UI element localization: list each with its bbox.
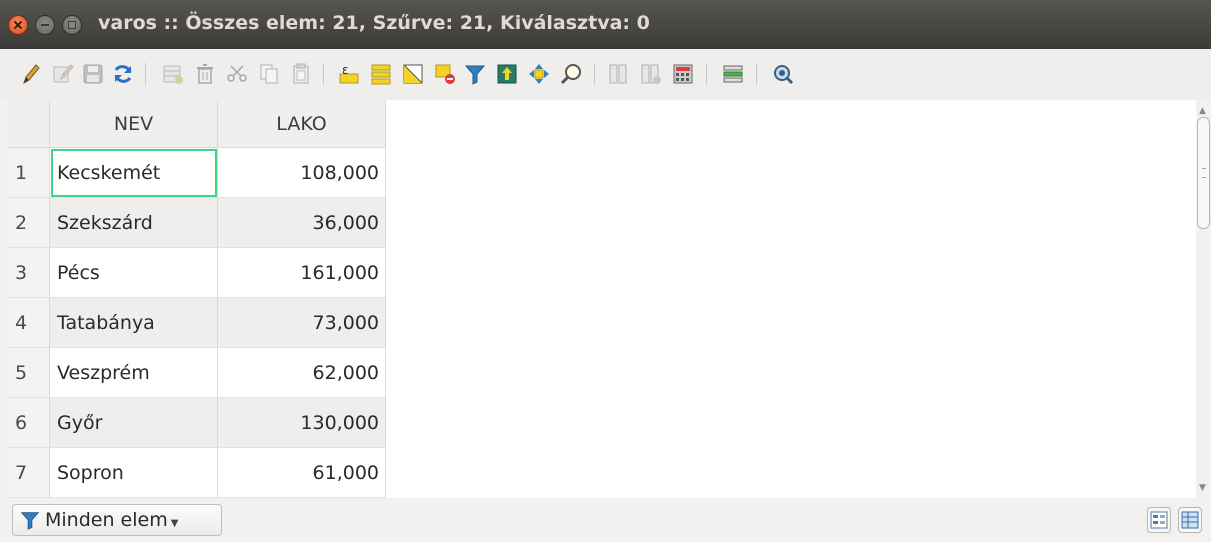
paste-button[interactable] (288, 61, 314, 87)
move-selection-to-top-icon (497, 64, 517, 84)
actions-icon (774, 65, 794, 85)
cut-button[interactable] (224, 61, 250, 87)
zoom-to-selection-icon (560, 64, 581, 85)
filter-icon (464, 65, 486, 85)
delete-field-icon (641, 64, 661, 84)
table-cell-nev[interactable]: Szekszárd (50, 198, 218, 248)
table-cell-lako[interactable]: 161,000 (218, 248, 386, 298)
cut-icon (227, 65, 247, 82)
form-view-icon (1150, 511, 1168, 529)
row-header[interactable]: 4 (8, 298, 50, 348)
scrollbar-thumb[interactable] (1197, 117, 1210, 229)
row-header[interactable]: 6 (8, 398, 50, 448)
table-cell-nev[interactable]: Győr (50, 398, 218, 448)
close-window-button[interactable] (8, 15, 28, 35)
table-cell-lako[interactable]: 36,000 (218, 198, 386, 248)
copy-icon (260, 64, 278, 84)
attribute-table-toolbar: ε (0, 49, 1211, 100)
reload-icon (114, 65, 132, 83)
attribute-table[interactable]: NEV LAKO 1 Kecskemét 108,000 2 Szekszárd… (8, 100, 1196, 498)
delete-field-button[interactable] (638, 61, 664, 87)
move-selection-to-top-button[interactable] (494, 61, 520, 87)
column-header-nev[interactable]: NEV (50, 100, 218, 148)
invert-selection-icon (403, 64, 423, 84)
toolbar-separator (756, 63, 757, 85)
table-cell-lako[interactable]: 130,000 (218, 398, 386, 448)
toolbar-separator (594, 63, 595, 85)
invert-selection-button[interactable] (400, 61, 426, 87)
vertical-scrollbar[interactable]: ▲ ▼ (1196, 100, 1211, 498)
new-field-button[interactable] (606, 61, 632, 87)
delete-icon (197, 64, 213, 84)
table-cell-lako[interactable]: 73,000 (218, 298, 386, 348)
table-cell-lako[interactable]: 108,000 (218, 148, 386, 198)
pan-to-selection-icon (529, 64, 549, 84)
table-cell-nev[interactable]: Tatabánya (50, 298, 218, 348)
chevron-down-icon: ▼ (170, 517, 179, 529)
toolbar-separator (145, 63, 146, 85)
save-icon (83, 64, 103, 84)
toggle-editing-button[interactable] (18, 61, 44, 87)
toolbar-separator (323, 63, 324, 85)
toolbar-separator (706, 63, 707, 85)
table-cell-lako[interactable]: 62,000 (218, 348, 386, 398)
column-header-lako[interactable]: LAKO (218, 100, 386, 148)
multi-edit-icon (53, 64, 74, 83)
reload-button[interactable] (110, 61, 136, 87)
copy-button[interactable] (256, 61, 282, 87)
maximize-window-button[interactable] (62, 15, 82, 35)
select-all-button[interactable] (368, 61, 394, 87)
row-header[interactable]: 2 (8, 198, 50, 248)
minimize-window-button[interactable] (35, 15, 55, 35)
filter-icon (20, 512, 40, 530)
delete-feature-button[interactable] (192, 61, 218, 87)
multi-edit-button[interactable] (50, 61, 76, 87)
select-by-expression-icon: ε (339, 63, 359, 84)
add-feature-icon (163, 65, 183, 84)
form-view-button[interactable] (1147, 507, 1171, 533)
actions-button[interactable] (770, 61, 796, 87)
scroll-up-arrow-icon[interactable]: ▲ (1199, 106, 1206, 116)
bottom-bar: Minden elem ▼ (0, 498, 1211, 542)
paste-icon (293, 63, 309, 84)
zoom-to-selection-button[interactable] (558, 61, 584, 87)
row-header[interactable]: 1 (8, 148, 50, 198)
table-cell-nev[interactable]: Veszprém (50, 348, 218, 398)
grip-icon (1202, 168, 1206, 178)
feature-filter-dropdown[interactable]: Minden elem ▼ (12, 504, 222, 536)
select-by-expression-button[interactable]: ε (336, 61, 362, 87)
pan-to-selection-button[interactable] (526, 61, 552, 87)
select-all-icon (371, 64, 391, 85)
row-header[interactable]: 5 (8, 348, 50, 398)
field-calculator-button[interactable] (670, 61, 696, 87)
save-edits-button[interactable] (80, 61, 106, 87)
deselect-all-button[interactable] (432, 61, 458, 87)
table-cell-nev[interactable]: Sopron (50, 448, 218, 498)
table-cell-lako[interactable]: 61,000 (218, 448, 386, 498)
deselect-icon (435, 64, 455, 84)
svg-text:ε: ε (342, 63, 349, 77)
table-cell-nev[interactable]: Pécs (50, 248, 218, 298)
scroll-down-arrow-icon[interactable]: ▼ (1199, 483, 1206, 493)
add-feature-button[interactable] (160, 61, 186, 87)
conditional-formatting-icon (723, 65, 743, 83)
row-header[interactable]: 3 (8, 248, 50, 298)
row-header[interactable]: 7 (8, 448, 50, 498)
window-title: varos :: Összes elem: 21, Szűrve: 21, Ki… (98, 12, 650, 34)
feature-filter-label: Minden elem (45, 509, 168, 531)
new-field-icon (609, 64, 627, 84)
title-bar: varos :: Összes elem: 21, Szűrve: 21, Ki… (0, 0, 1211, 49)
pencil-icon (23, 64, 40, 85)
table-view-button[interactable] (1178, 507, 1202, 533)
table-cell-nev[interactable]: Kecskemét (50, 148, 218, 198)
filter-button[interactable] (462, 61, 488, 87)
table-view-icon (1181, 511, 1199, 529)
field-calculator-icon (673, 64, 693, 84)
conditional-formatting-button[interactable] (720, 61, 746, 87)
table-corner[interactable] (8, 100, 50, 148)
